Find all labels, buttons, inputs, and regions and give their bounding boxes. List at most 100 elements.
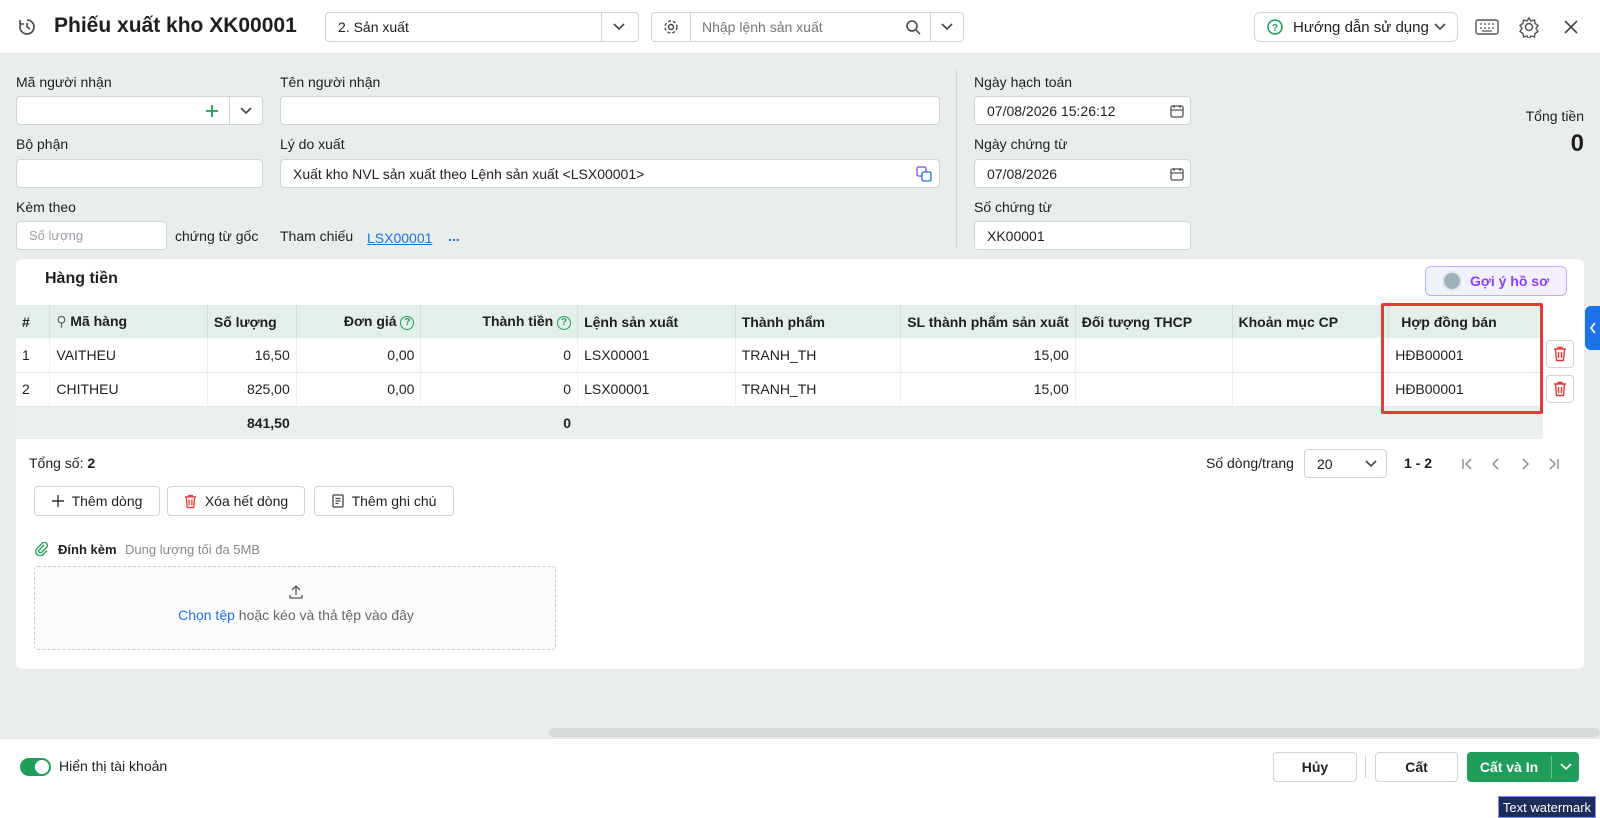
help-circle-icon: ? — [1267, 19, 1283, 35]
suggest-button[interactable]: Gợi ý hồ sơ — [1425, 266, 1567, 296]
table-row[interactable]: 2 CHITHEU 825,00 0,00 0 LSX00001 TRANH_T… — [16, 372, 1543, 407]
add-note-button[interactable]: Thêm ghi chú — [314, 486, 454, 516]
last-page-icon[interactable] — [1545, 455, 1563, 473]
col-cost-object: Đối tượng THCP — [1075, 305, 1233, 338]
translate-icon[interactable] — [915, 165, 933, 183]
page-range: 1 - 2 — [1404, 455, 1433, 471]
department-field[interactable] — [16, 159, 263, 188]
close-icon[interactable] — [1560, 16, 1582, 38]
attach-suffix: chứng từ gốc — [175, 228, 259, 244]
recipient-name-field[interactable] — [280, 96, 940, 125]
watermark-badge: Text watermark — [1498, 796, 1596, 818]
production-order-search[interactable] — [651, 12, 964, 42]
pin-icon[interactable]: ⚲ — [56, 313, 66, 330]
recipient-code-label: Mã người nhận — [16, 74, 112, 90]
delete-row-button[interactable] — [1546, 375, 1574, 403]
recipient-name-label: Tên người nhận — [280, 74, 381, 90]
plus-icon — [51, 495, 64, 507]
help-button[interactable]: ? Hướng dẫn sử dụng — [1254, 12, 1458, 42]
table-row[interactable]: 1 VAITHEU 16,50 0,00 0 LSX00001 TRANH_TH… — [16, 338, 1543, 373]
chevron-down-icon[interactable] — [608, 17, 630, 37]
keyboard-icon[interactable] — [1474, 16, 1500, 38]
col-product: Thành phẩm — [735, 305, 902, 338]
dropzone-text: Chọn tệp hoặc kéo và thả tệp vào đây — [178, 607, 414, 623]
next-page-icon[interactable] — [1516, 455, 1534, 473]
per-page-label: Số dòng/trang — [1206, 455, 1294, 471]
show-account-toggle[interactable] — [20, 758, 51, 776]
doc-no-field[interactable]: XK00001 — [974, 221, 1191, 250]
doc-date-field[interactable]: 07/08/2026 — [974, 159, 1191, 188]
reason-field[interactable]: Xuất kho NVL sản xuất theo Lệnh sản xuất… — [280, 159, 940, 188]
add-row-button[interactable]: Thêm dòng — [34, 486, 160, 516]
search-icon[interactable] — [902, 17, 924, 37]
total-count: Tổng số: 2 — [29, 455, 96, 471]
gear-icon[interactable] — [660, 17, 682, 37]
horizontal-scrollbar[interactable] — [549, 728, 1600, 737]
save-print-button[interactable]: Cất và In — [1467, 752, 1579, 782]
doc-no-value: XK00001 — [987, 228, 1045, 244]
trash-icon — [1554, 381, 1566, 397]
reference-label: Tham chiếu — [280, 228, 354, 244]
note-icon — [331, 494, 344, 508]
attachment-hint: Dung lượng tối đa 5MB — [125, 542, 261, 557]
upload-icon — [287, 583, 305, 601]
reference-link[interactable]: LSX00001 — [367, 230, 432, 246]
chevron-down-icon — [1430, 17, 1450, 37]
help-icon[interactable]: ? — [400, 315, 415, 330]
side-panel-toggle[interactable] — [1585, 306, 1600, 350]
settings-icon[interactable] — [1517, 15, 1541, 39]
delete-row-button[interactable] — [1546, 340, 1574, 368]
delete-all-button[interactable]: Xóa hết dòng — [167, 486, 305, 516]
col-qty: Số lượng — [207, 305, 297, 338]
highlight-box — [1381, 303, 1543, 414]
search-input[interactable] — [702, 18, 892, 36]
svg-text:?: ? — [1272, 23, 1278, 34]
history-icon[interactable] — [16, 16, 38, 38]
calendar-icon[interactable] — [1168, 102, 1186, 120]
plus-icon[interactable] — [203, 102, 221, 120]
posting-date-value: 07/08/2026 15:26:12 — [987, 103, 1116, 119]
col-cost-item: Khoản mục CP — [1232, 305, 1390, 338]
recipient-code-field[interactable] — [16, 96, 263, 125]
col-code[interactable]: ⚲ Mã hàng — [49, 305, 208, 338]
help-label: Hướng dẫn sử dụng — [1293, 19, 1429, 36]
reference-more[interactable]: ... — [448, 228, 460, 244]
choose-file-link[interactable]: Chọn tệp — [178, 607, 235, 623]
reason-value: Xuất kho NVL sản xuất theo Lệnh sản xuất… — [293, 166, 645, 182]
col-price: Đơn giá ? — [296, 305, 422, 338]
chevron-down-icon — [1361, 454, 1381, 474]
footer-bar: Hiển thị tài khoản Hủy Cất Cất và In — [0, 738, 1600, 794]
chevron-down-icon[interactable] — [936, 17, 958, 37]
section-title: Hàng tiền — [45, 270, 118, 287]
col-product-qty: SL thành phẩm sản xuất — [900, 305, 1076, 338]
page-title: Phiếu xuất kho XK00001 — [54, 14, 297, 37]
chevron-down-icon[interactable] — [1555, 757, 1577, 777]
prev-page-icon[interactable] — [1487, 455, 1505, 473]
col-no: # — [16, 305, 51, 338]
total-value: 0 — [1570, 130, 1584, 157]
first-page-icon[interactable] — [1458, 455, 1476, 473]
doc-date-value: 07/08/2026 — [987, 166, 1058, 182]
chevron-left-icon — [1589, 322, 1596, 334]
calendar-icon[interactable] — [1168, 165, 1186, 183]
chevron-down-icon[interactable] — [235, 101, 257, 121]
col-order: Lệnh sản xuất — [577, 305, 736, 338]
help-icon[interactable]: ? — [557, 315, 572, 330]
per-page-select[interactable]: 20 — [1304, 449, 1387, 478]
suggest-label: Gợi ý hồ sơ — [1470, 273, 1550, 289]
trash-icon — [184, 494, 196, 508]
attachment-dropzone[interactable]: Chọn tệp hoặc kéo và thả tệp vào đây — [34, 566, 556, 650]
voucher-type-value: 2. Sản xuất — [338, 19, 409, 35]
doc-no-label: Số chứng từ — [974, 199, 1052, 215]
total-label: Tổng tiền — [1525, 108, 1584, 124]
cancel-button[interactable]: Hủy — [1273, 752, 1357, 782]
attach-quantity-field[interactable]: Số lượng — [16, 221, 167, 250]
save-button[interactable]: Cất — [1375, 752, 1458, 782]
voucher-type-select[interactable]: 2. Sản xuất — [325, 12, 639, 42]
posting-date-label: Ngày hạch toán — [974, 74, 1073, 90]
table-header: # ⚲ Mã hàng Số lượng Đơn giá ? Thành tiề… — [16, 305, 1543, 338]
posting-date-field[interactable]: 07/08/2026 15:26:12 — [974, 96, 1191, 125]
attachment-label: Đính kèm — [58, 542, 117, 557]
reason-label: Lý do xuất — [280, 136, 345, 152]
show-account-label: Hiển thị tài khoản — [59, 758, 168, 774]
